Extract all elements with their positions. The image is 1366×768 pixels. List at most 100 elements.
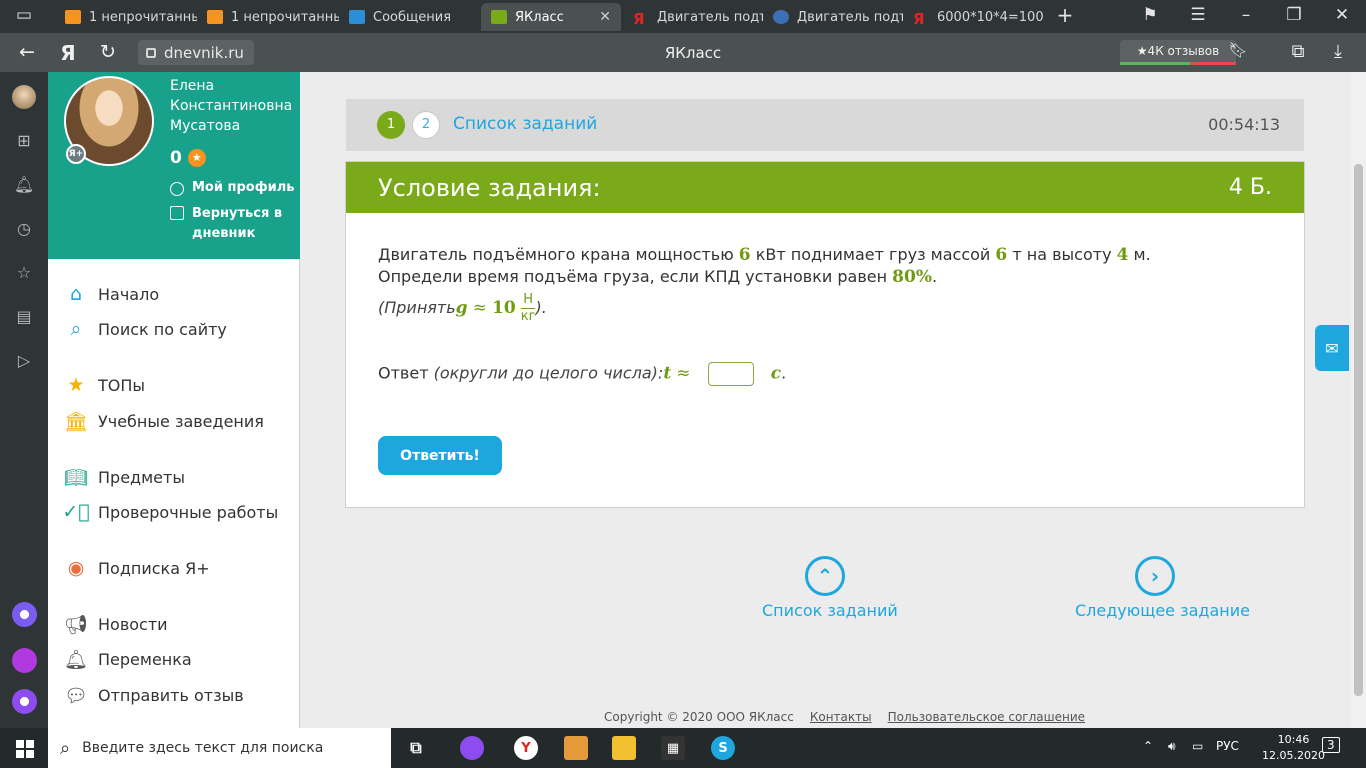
music-icon[interactable] xyxy=(12,648,37,673)
star-icon[interactable]: ☆ xyxy=(13,262,35,284)
minimize-icon[interactable]: – xyxy=(1234,5,1258,25)
reviews-badge[interactable]: ★4К отзывов xyxy=(1120,40,1236,65)
menu-item-feedback[interactable]: 💬︎ Отправить отзыв xyxy=(64,683,244,707)
menu-item-search[interactable]: ⌕ Поиск по сайту xyxy=(64,317,227,341)
menu-label: Новости xyxy=(98,614,168,634)
page-scrollbar[interactable] xyxy=(1351,72,1366,728)
tab-search-3[interactable]: Я 6000*10*4=100% xyxy=(903,3,1043,31)
bell-icon: 🔔︎ xyxy=(63,648,89,671)
menu-icon[interactable]: ☰ xyxy=(1186,5,1210,25)
apps-grid-icon[interactable]: ⊞ xyxy=(13,130,35,152)
yandex-logo-icon[interactable]: Я xyxy=(55,41,81,65)
language-indicator[interactable]: РУС xyxy=(1216,739,1239,753)
task-list-link[interactable]: Список заданий xyxy=(453,114,597,134)
menu-item-news[interactable]: 📢︎ Новости xyxy=(64,612,168,636)
collections-icon[interactable]: ▤ xyxy=(13,306,35,328)
mass-value: 6 xyxy=(995,245,1008,265)
menu-item-break[interactable]: 🔔︎ Переменка xyxy=(64,647,192,671)
my-profile-link[interactable]: Мой профиль xyxy=(170,180,294,196)
mail-icon[interactable]: ✉ xyxy=(1315,325,1349,371)
user-icon xyxy=(170,182,184,196)
bookmark-icon[interactable]: 🔖︎ xyxy=(1224,41,1252,59)
menu-label: Отправить отзыв xyxy=(98,685,244,705)
tab-search-1[interactable]: Я Двигатель подъё xyxy=(623,3,763,31)
tabs-panel-icon[interactable]: ▭ xyxy=(12,5,36,25)
text: кВт поднимает груз массой xyxy=(750,245,996,264)
skype-icon[interactable]: S xyxy=(711,736,735,760)
assistant-icon[interactable] xyxy=(12,689,37,714)
bell-icon[interactable]: 🔔︎ xyxy=(13,174,35,196)
notifications-icon[interactable]: 3 xyxy=(1322,737,1340,753)
task-list-nav-link[interactable]: Список заданий xyxy=(762,601,898,620)
browser-side-panel: ⊞ 🔔︎ ◷ ☆ ▤ ▷ xyxy=(0,72,48,728)
menu-label: Учебные заведения xyxy=(98,411,264,431)
menu-item-subjects[interactable]: 📖︎ Предметы xyxy=(64,465,185,489)
extensions-icon[interactable]: ⧉ xyxy=(1284,41,1312,62)
points-value: 0 xyxy=(170,148,182,168)
alice-icon[interactable] xyxy=(12,602,37,627)
yandex-browser-icon[interactable]: Y xyxy=(514,736,538,760)
restore-icon[interactable]: ❐ xyxy=(1282,5,1306,25)
text: (округли до целого числа): xyxy=(433,363,664,383)
address-bar: ← Я ↻ dnevnik.ru ЯКласс ★4К отзывов 🔖︎ ⧉… xyxy=(0,33,1366,72)
reload-icon[interactable]: ↻ xyxy=(95,41,121,63)
step-1-indicator[interactable]: 1 xyxy=(377,111,405,139)
text: ). xyxy=(535,298,547,317)
menu-item-subscription[interactable]: ◉ Подписка Я+ xyxy=(64,556,210,580)
windows-start-icon[interactable] xyxy=(16,740,34,758)
system-clock[interactable]: 10:46 12.05.2020 xyxy=(1262,732,1325,764)
tab-messages[interactable]: Сообщения xyxy=(339,3,481,31)
game-icon[interactable] xyxy=(564,736,588,760)
close-tab-icon[interactable]: ✕ xyxy=(599,9,611,25)
battery-icon[interactable]: ▭ xyxy=(1192,739,1203,753)
mail-icon xyxy=(207,10,223,24)
menu-item-tests[interactable]: ✓⃝ Проверочные работы xyxy=(62,500,278,524)
chevron-up-icon[interactable]: ⌃ xyxy=(1143,739,1153,753)
answer-input[interactable] xyxy=(707,362,754,386)
chevron-right-icon[interactable]: › xyxy=(1135,556,1175,596)
site-menu: ⌂ Начало ⌕ Поиск по сайту ★ ТОПы 🏛︎ Учебные … xyxy=(48,259,300,728)
taskbar-search[interactable]: ⌕ Введите здесь текст для поиска xyxy=(48,728,391,768)
search-placeholder: Введите здесь текст для поиска xyxy=(82,740,324,756)
volume-icon[interactable]: 🔊︎ xyxy=(1168,739,1176,754)
menu-label: Начало xyxy=(98,284,160,304)
chevron-up-icon[interactable]: ⌃ xyxy=(805,556,845,596)
back-to-diary-link[interactable]: Вернуться в дневник xyxy=(170,204,282,244)
text: . xyxy=(931,267,938,286)
star-coin-icon: ★ xyxy=(187,149,206,167)
tab-label: Двигатель подъё xyxy=(657,9,763,25)
back-to-diary-label: Вернуться в дневник xyxy=(192,204,282,244)
tab-yaklass[interactable]: ЯКласс ✕ xyxy=(481,3,621,31)
contacts-link[interactable]: Контакты xyxy=(810,710,872,724)
menu-item-schools[interactable]: 🏛︎ Учебные заведения xyxy=(64,409,264,433)
store-icon[interactable]: ▦ xyxy=(661,736,685,760)
bookmarks-icon[interactable]: ⚑ xyxy=(1138,5,1162,25)
tab-search-2[interactable]: Двигатель подъе xyxy=(763,3,903,31)
menu-label: Переменка xyxy=(98,649,192,669)
history-icon[interactable]: ◷ xyxy=(13,218,35,240)
download-icon[interactable]: ⤓ xyxy=(1324,41,1352,62)
step-2-indicator[interactable]: 2 xyxy=(412,111,440,139)
next-task-link[interactable]: Следующее задание xyxy=(1075,601,1250,620)
task-view-icon[interactable]: ⧉ xyxy=(404,736,428,760)
new-tab-icon[interactable]: + xyxy=(1053,3,1077,27)
play-icon[interactable]: ▷ xyxy=(13,350,35,372)
tab-label: ЯКласс xyxy=(515,9,564,25)
megaphone-icon: 📢︎ xyxy=(63,613,89,636)
tab-mail-2[interactable]: 1 непрочитанны xyxy=(197,3,339,31)
menu-item-tops[interactable]: ★ ТОПы xyxy=(64,373,145,397)
approx-symbol: ≈ xyxy=(472,298,487,318)
scrollbar-thumb[interactable] xyxy=(1354,164,1363,696)
agreement-link[interactable]: Пользовательское соглашение xyxy=(888,710,1085,724)
user-avatar-icon[interactable] xyxy=(12,85,36,109)
submit-answer-button[interactable]: Ответить! xyxy=(378,436,502,475)
alice-taskbar-icon[interactable] xyxy=(460,736,484,760)
back-icon[interactable]: ← xyxy=(14,41,40,63)
answer-line: Ответ (округли до целого числа):t ≈ c. xyxy=(378,362,786,386)
close-window-icon[interactable]: ✕ xyxy=(1330,5,1354,25)
name-line: Елена xyxy=(170,78,215,94)
menu-item-home[interactable]: ⌂ Начало xyxy=(64,282,159,306)
url-field[interactable]: dnevnik.ru xyxy=(138,40,254,65)
tab-mail-1[interactable]: 1 непрочитанны xyxy=(55,3,197,31)
folder-icon[interactable] xyxy=(612,736,636,760)
